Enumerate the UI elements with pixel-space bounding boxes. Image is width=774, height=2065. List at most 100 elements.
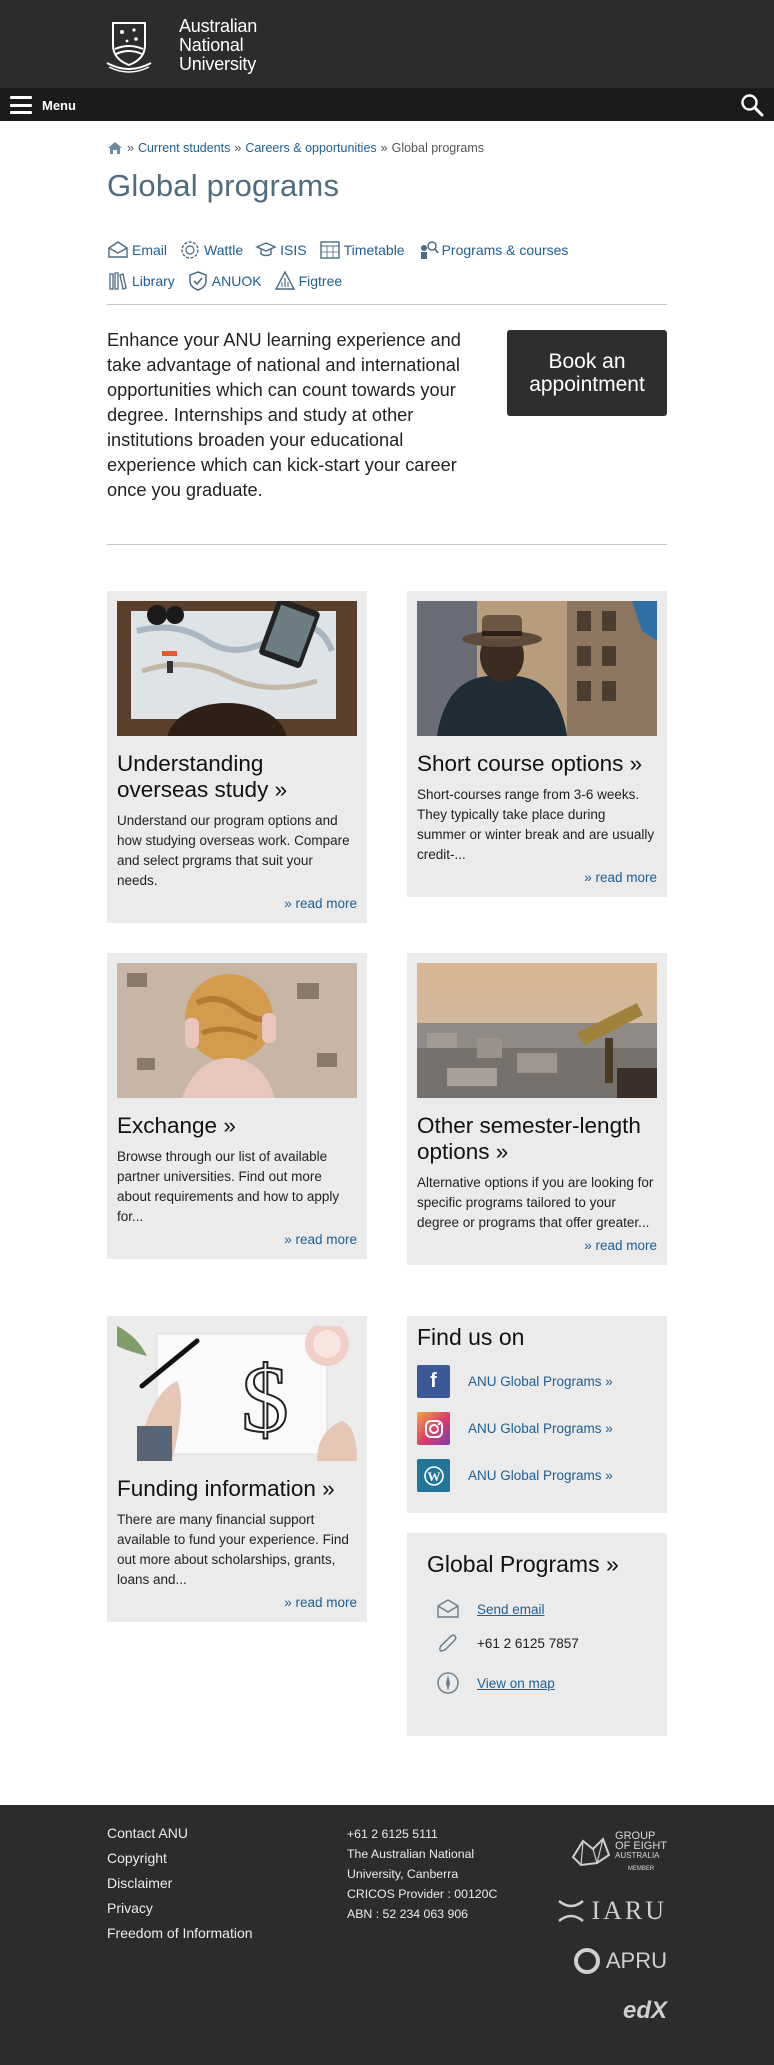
card-text: Understand our program options and how s… [117,813,350,888]
footer-link-disclaimer[interactable]: Disclaimer [107,1871,253,1896]
svg-text:W: W [427,1469,440,1484]
breadcrumb: » Current students » Careers & opportuni… [107,141,484,155]
read-more-link[interactable]: » read more [417,870,657,885]
quicklink-isis[interactable]: ISIS [255,239,307,261]
breadcrumb-current-students[interactable]: Current students [138,141,230,155]
book-appointment-button[interactable]: Book an appointment [507,330,667,416]
card-title[interactable]: Short course options » [417,751,657,777]
logo-line: Australian [179,16,258,36]
wordpress-icon[interactable]: W [417,1459,450,1492]
card-semester-options: Other semester-length options » Alternat… [407,953,667,1265]
quicklink-label: Email [132,242,168,258]
breadcrumb-separator: » [380,141,388,155]
card-short-course: Short course options » Short-courses ran… [407,591,667,897]
iaru-mark-icon [558,1900,585,1922]
instagram-icon[interactable] [417,1412,450,1445]
edx-logo[interactable]: edX [550,1991,667,2031]
menu-label: Menu [42,97,76,113]
divider [107,544,667,545]
go8-text: AUSTRALIA [615,1850,660,1860]
card-title[interactable]: Funding information » [117,1476,357,1502]
quicklink-timetable[interactable]: Timetable [319,239,405,261]
contact-title[interactable]: Global Programs » [427,1551,647,1578]
read-more-link[interactable]: » read more [117,1595,357,1610]
footer-link-privacy[interactable]: Privacy [107,1896,253,1921]
footer-link-contact[interactable]: Contact ANU [107,1821,253,1846]
card-funding: $ Funding information » There are many f… [107,1316,367,1622]
card-title[interactable]: Understanding overseas study » [117,751,357,803]
contact-map-row: View on map [427,1670,647,1696]
quicklink-library[interactable]: Library [107,270,175,292]
edx-text: edX [622,1997,667,2024]
apru-ring-icon [573,1948,600,1974]
send-email-link[interactable]: Send email [477,1602,545,1617]
logo-line: National [179,35,244,55]
globe-photo [117,963,357,1098]
quicklink-label: Figtree [298,273,343,289]
read-more-link[interactable]: » read more [117,896,357,911]
read-more-link[interactable]: » read more [417,1238,657,1253]
card-title[interactable]: Other semester-length options » [417,1113,657,1165]
quicklink-anuok[interactable]: ANUOK [187,270,262,292]
site-footer: Contact ANU Copyright Disclaimer Privacy… [0,1805,774,2065]
quicklink-wattle[interactable]: Wattle [179,239,243,261]
logo-line: University [179,54,257,74]
footer-info: +61 2 6125 5111 The Australian National … [347,1824,517,1924]
traveller-hat-photo [417,601,657,736]
search-icon[interactable] [740,93,764,117]
apru-logo[interactable]: APRU [550,1939,667,1983]
phone-number: +61 2 6125 7857 [477,1635,579,1651]
card-text: There are many financial support availab… [117,1512,349,1587]
footer-link-copyright[interactable]: Copyright [107,1846,253,1871]
iaru-logo[interactable]: IARU [550,1889,667,1933]
facebook-icon[interactable]: f [417,1365,450,1398]
footer-address: University, Canberra [347,1867,459,1881]
quicklink-figtree[interactable]: Figtree [274,270,343,292]
social-row-facebook: f ANU Global Programs » [417,1365,657,1398]
telescope-city-photo [417,963,657,1098]
library-icon [109,272,127,290]
dollar-sketch-photo: $ [117,1326,357,1461]
quicklink-email[interactable]: Email [107,239,167,261]
instagram-link[interactable]: ANU Global Programs » [468,1421,613,1436]
quicklink-label: Timetable [343,242,405,258]
social-row-wordpress: W ANU Global Programs » [417,1459,657,1492]
quicklinks: Email Wattle ISIS Timetable Programs & c… [107,236,667,298]
phone-icon [439,1634,457,1652]
email-icon [108,241,128,258]
intro-text: Enhance your ANU learning experience and… [107,330,461,500]
breadcrumb-careers[interactable]: Careers & opportunities [245,141,376,155]
card-title[interactable]: Exchange » [117,1113,357,1139]
facebook-link[interactable]: ANU Global Programs » [468,1374,613,1389]
quicklink-label: ANUOK [211,273,262,289]
quicklink-label: Wattle [204,242,244,258]
breadcrumb-separator: » [127,141,134,155]
find-us-title: Find us on [417,1324,525,1350]
footer-link-foi[interactable]: Freedom of Information [107,1921,253,1946]
card-exchange: Exchange » Browse through our list of av… [107,953,367,1259]
email-icon [437,1599,459,1618]
view-map-link[interactable]: View on map [477,1676,555,1691]
quicklink-programs-courses[interactable]: Programs & courses [417,239,569,261]
home-icon[interactable] [107,141,123,155]
breadcrumb-separator: » [234,141,242,155]
wordpress-link[interactable]: ANU Global Programs » [468,1468,613,1483]
menu-button[interactable]: Menu [10,93,76,117]
quicklink-label: Library [132,273,175,289]
wordpress-glyph-icon: W [423,1465,444,1486]
apru-text: APRU [605,1948,667,1973]
footer-address: The Australian National [347,1847,475,1861]
social-row-instagram: ANU Global Programs » [417,1412,657,1445]
footer-logos: GROUP OF EIGHT AUSTRALIA MEMBER IARU APR… [550,1825,667,2031]
contact-email-row: Send email [427,1596,647,1622]
anu-crest-icon [106,21,152,73]
site-header: Australian National University [0,0,774,88]
card-text: Browse through our list of available par… [117,1149,340,1224]
go8-logo[interactable]: GROUP OF EIGHT AUSTRALIA MEMBER [550,1825,667,1879]
isis-icon [255,242,277,257]
anu-logo[interactable]: Australian National University [105,16,265,74]
read-more-link[interactable]: » read more [117,1232,357,1247]
quicklink-label: Programs & courses [441,242,569,258]
footer-links: Contact ANU Copyright Disclaimer Privacy… [107,1821,253,1946]
compass-icon [437,1672,459,1694]
